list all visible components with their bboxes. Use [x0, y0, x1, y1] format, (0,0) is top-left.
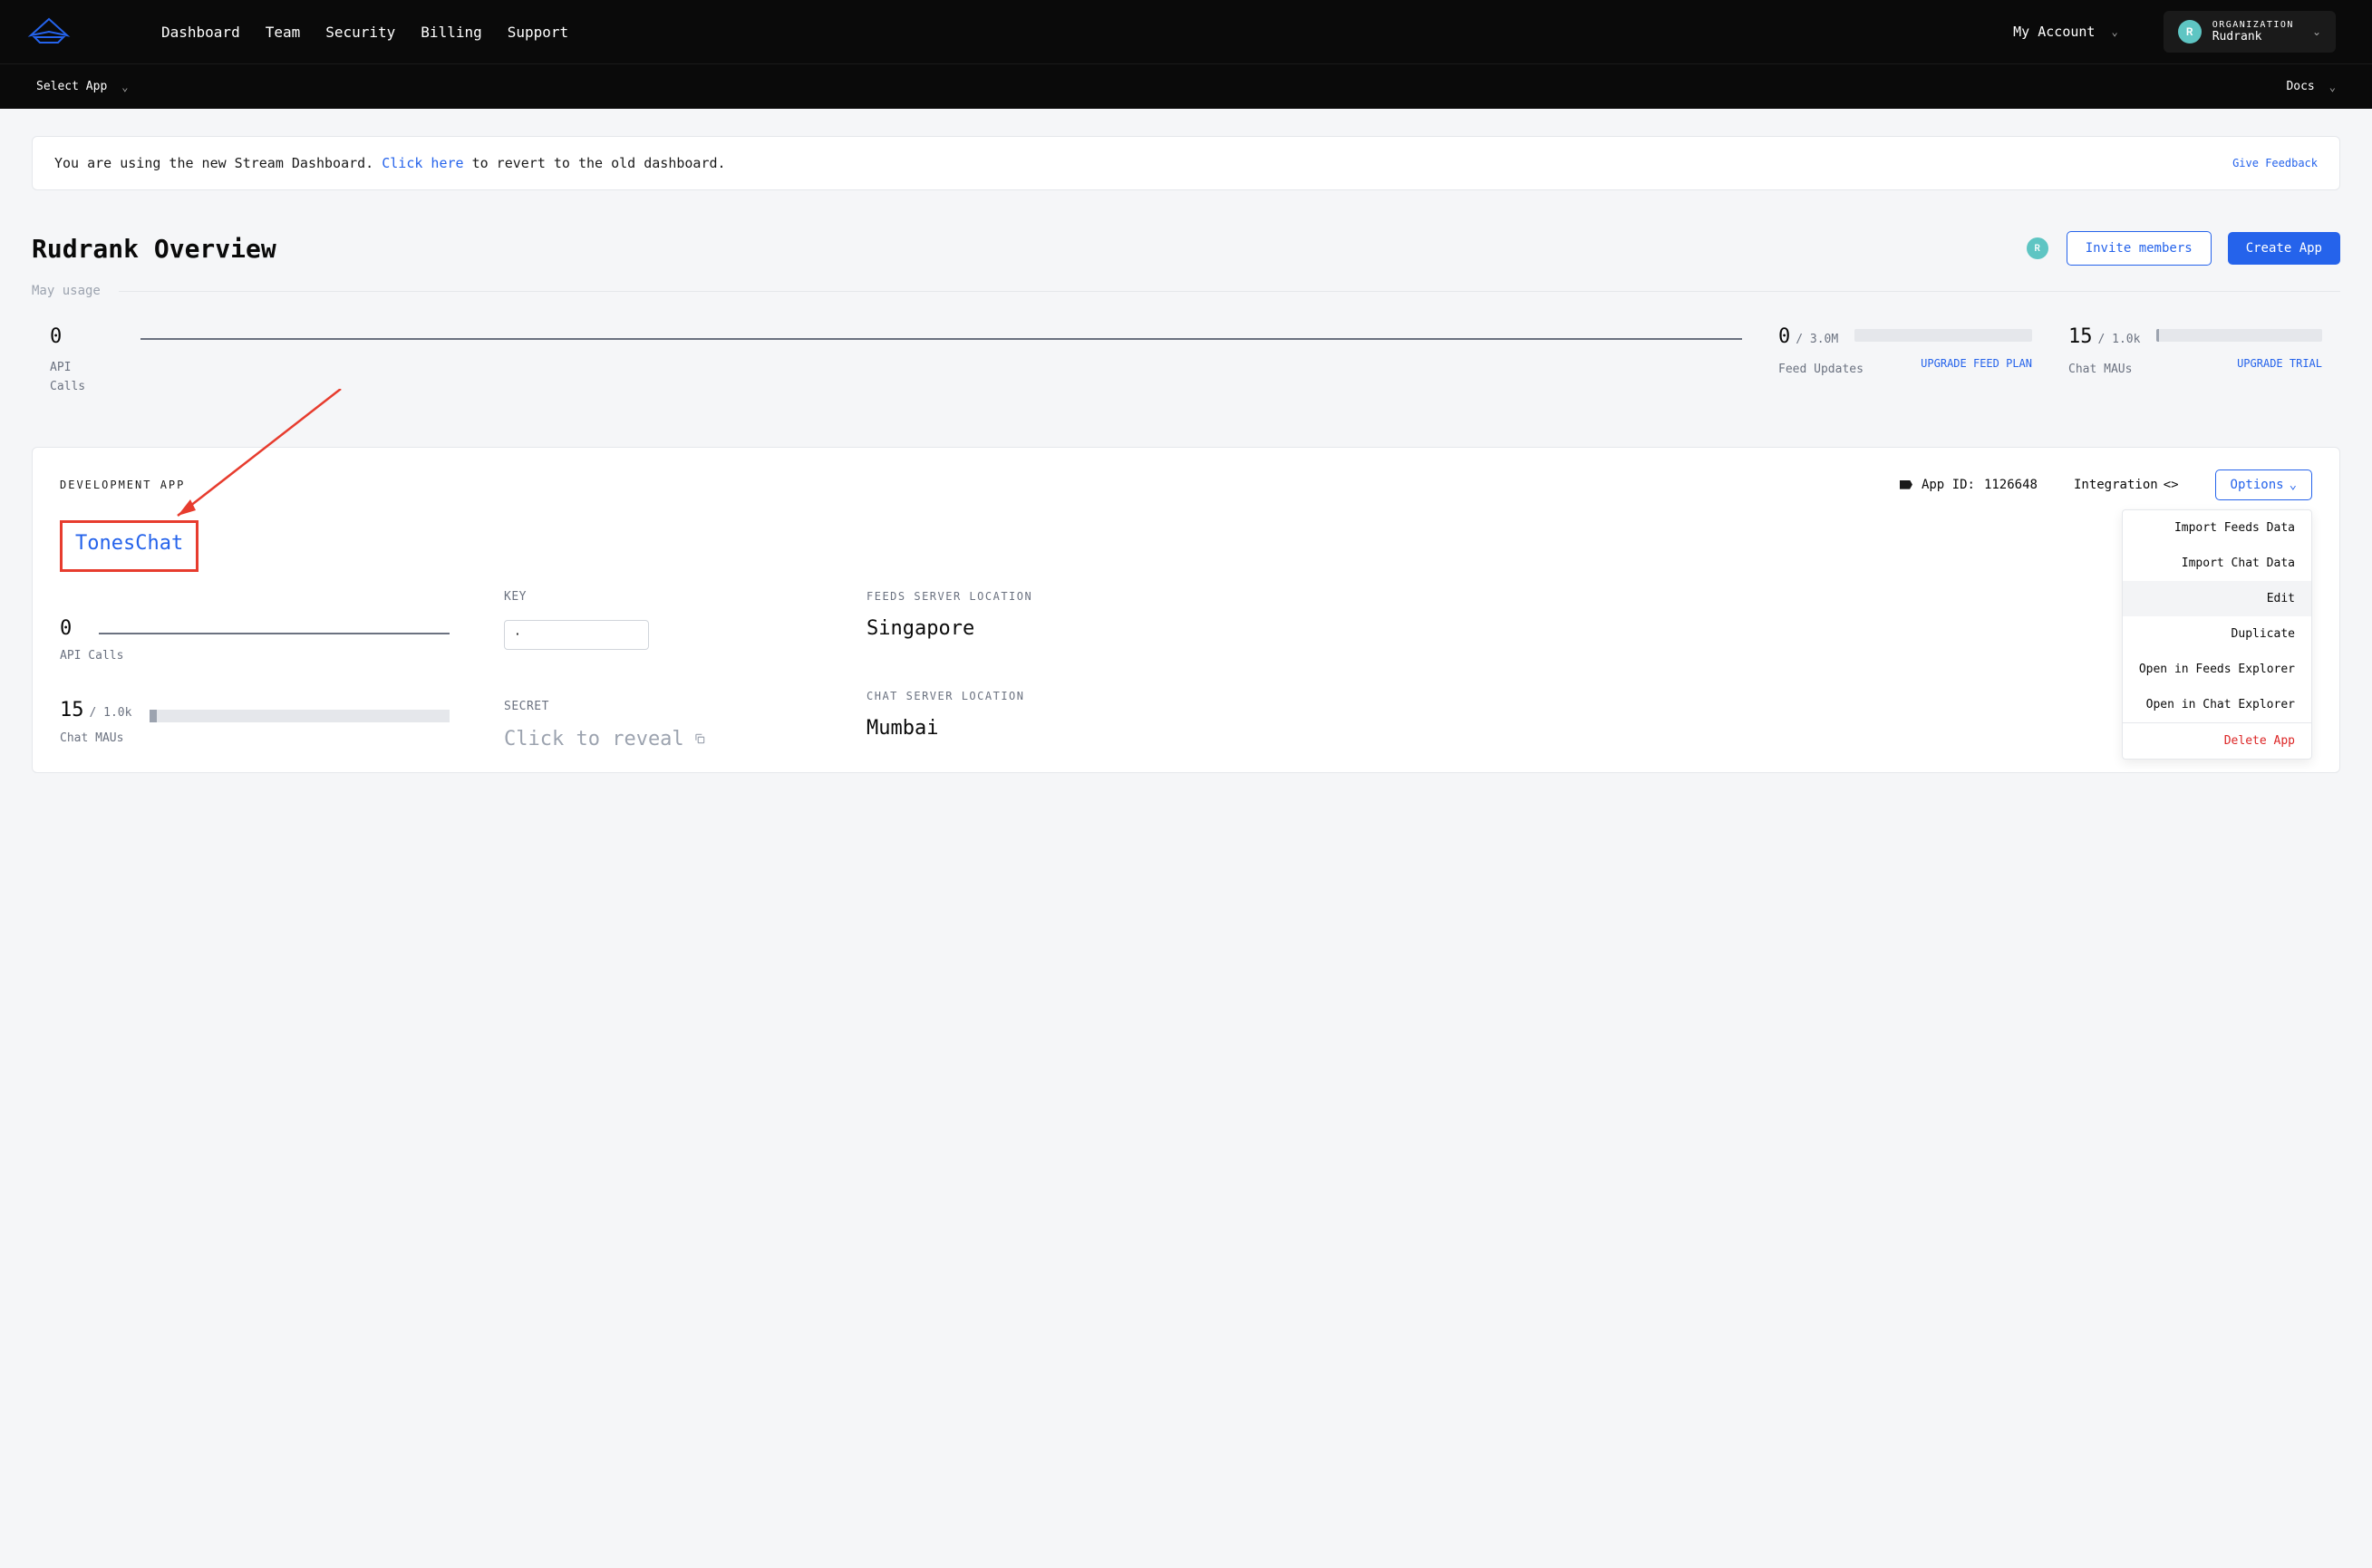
nav-support[interactable]: Support: [508, 24, 568, 41]
code-icon: <>: [2164, 478, 2179, 492]
page-title: Rudrank Overview: [32, 234, 276, 264]
nav-security[interactable]: Security: [325, 24, 395, 41]
options-dropdown: Import Feeds Data Import Chat Data Edit …: [2122, 509, 2312, 760]
docs-link[interactable]: Docs ⌄: [2286, 80, 2336, 93]
select-app-dropdown[interactable]: Select App ⌄: [36, 80, 129, 93]
chat-location-value: Mumbai: [867, 717, 2312, 740]
reveal-secret-button[interactable]: Click to reveal: [504, 728, 812, 750]
boat-logo-icon: [27, 15, 71, 44]
overview-header: Rudrank Overview R Invite members Create…: [32, 231, 2340, 266]
app-api-calls-metric: 0 API Calls: [60, 617, 450, 663]
chevron-down-icon: ⌄: [121, 81, 128, 93]
main-nav: Dashboard Team Security Billing Support: [161, 24, 568, 41]
dropdown-duplicate[interactable]: Duplicate: [2123, 616, 2311, 652]
usage-period-label: May usage: [32, 284, 2340, 298]
chevron-down-icon: ⌄: [2312, 25, 2321, 38]
app-type-label: DEVELOPMENT APP: [60, 479, 185, 491]
dropdown-open-chat-explorer[interactable]: Open in Chat Explorer: [2123, 687, 2311, 722]
feed-updates-metric: 0 / 3.0M Feed Updates UPGRADE FEED PLAN: [1778, 325, 2032, 397]
dropdown-open-feeds-explorer[interactable]: Open in Feeds Explorer: [2123, 652, 2311, 687]
chevron-down-icon: ⌄: [2111, 25, 2117, 38]
app-id: App ID: 1126648: [1900, 478, 2038, 492]
revert-link[interactable]: Click here: [382, 155, 463, 171]
dropdown-import-chat[interactable]: Import Chat Data: [2123, 546, 2311, 581]
org-label: ORGANIZATION: [2212, 20, 2294, 30]
app-card-header: DEVELOPMENT APP App ID: 1126648 Integrat…: [60, 469, 2312, 500]
feeds-location-value: Singapore: [867, 617, 2312, 640]
dropdown-import-feeds[interactable]: Import Feeds Data: [2123, 510, 2311, 546]
overview-avatar: R: [2027, 237, 2048, 259]
app-name-highlight: TonesChat: [60, 520, 198, 572]
annotation-arrow-icon: [150, 389, 350, 534]
feeds-location-label: FEEDS SERVER LOCATION: [867, 590, 2312, 603]
secret-label: SECRET: [504, 700, 812, 713]
api-calls-metric: 0 API Calls: [50, 325, 104, 397]
org-avatar: R: [2178, 20, 2202, 44]
nav-team[interactable]: Team: [266, 24, 301, 41]
dropdown-edit[interactable]: Edit: [2123, 581, 2311, 616]
banner-text: You are using the new Stream Dashboard. …: [54, 155, 726, 171]
chat-maus-bar: [2156, 329, 2322, 342]
copy-icon: [693, 728, 706, 750]
info-banner: You are using the new Stream Dashboard. …: [32, 136, 2340, 190]
api-calls-bar: [140, 338, 1742, 340]
tag-icon: [1900, 480, 1912, 489]
app-name-link[interactable]: TonesChat: [75, 532, 183, 555]
give-feedback-link[interactable]: Give Feedback: [2232, 157, 2318, 169]
nav-dashboard[interactable]: Dashboard: [161, 24, 240, 41]
chat-location-label: CHAT SERVER LOCATION: [867, 690, 2312, 702]
dropdown-delete-app[interactable]: Delete App: [2123, 723, 2311, 759]
my-account-label: My Account: [2013, 24, 2095, 40]
chevron-down-icon: ⌄: [2329, 81, 2336, 93]
chevron-down-icon: ⌄: [2290, 478, 2297, 492]
create-app-button[interactable]: Create App: [2228, 232, 2340, 265]
feed-updates-bar: [1854, 329, 2032, 342]
app-chat-maus-metric: 15 / 1.0k Chat MAUs: [60, 699, 450, 745]
integration-link[interactable]: Integration <>: [2074, 478, 2179, 492]
my-account-menu[interactable]: My Account ⌄: [2013, 24, 2118, 40]
key-label: KEY: [504, 590, 812, 604]
options-button[interactable]: Options ⌄: [2215, 469, 2312, 500]
api-key-field[interactable]: [504, 620, 649, 650]
nav-billing[interactable]: Billing: [421, 24, 481, 41]
org-selector[interactable]: R ORGANIZATION Rudrank ⌄: [2164, 11, 2336, 53]
upgrade-trial-link[interactable]: UPGRADE TRIAL: [2237, 357, 2322, 376]
app-card: DEVELOPMENT APP App ID: 1126648 Integrat…: [32, 447, 2340, 773]
upgrade-feed-link[interactable]: UPGRADE FEED PLAN: [1921, 357, 2032, 376]
usage-metrics: 0 API Calls 0 / 3.0M Feed Updates UPGRAD…: [32, 325, 2340, 397]
sub-bar: Select App ⌄ Docs ⌄: [0, 63, 2372, 109]
org-name: Rudrank: [2212, 30, 2294, 44]
chat-maus-metric: 15 / 1.0k Chat MAUs UPGRADE TRIAL: [2068, 325, 2322, 397]
logo[interactable]: [27, 15, 71, 48]
top-bar: Dashboard Team Security Billing Support …: [0, 0, 2372, 63]
invite-members-button[interactable]: Invite members: [2067, 231, 2212, 266]
